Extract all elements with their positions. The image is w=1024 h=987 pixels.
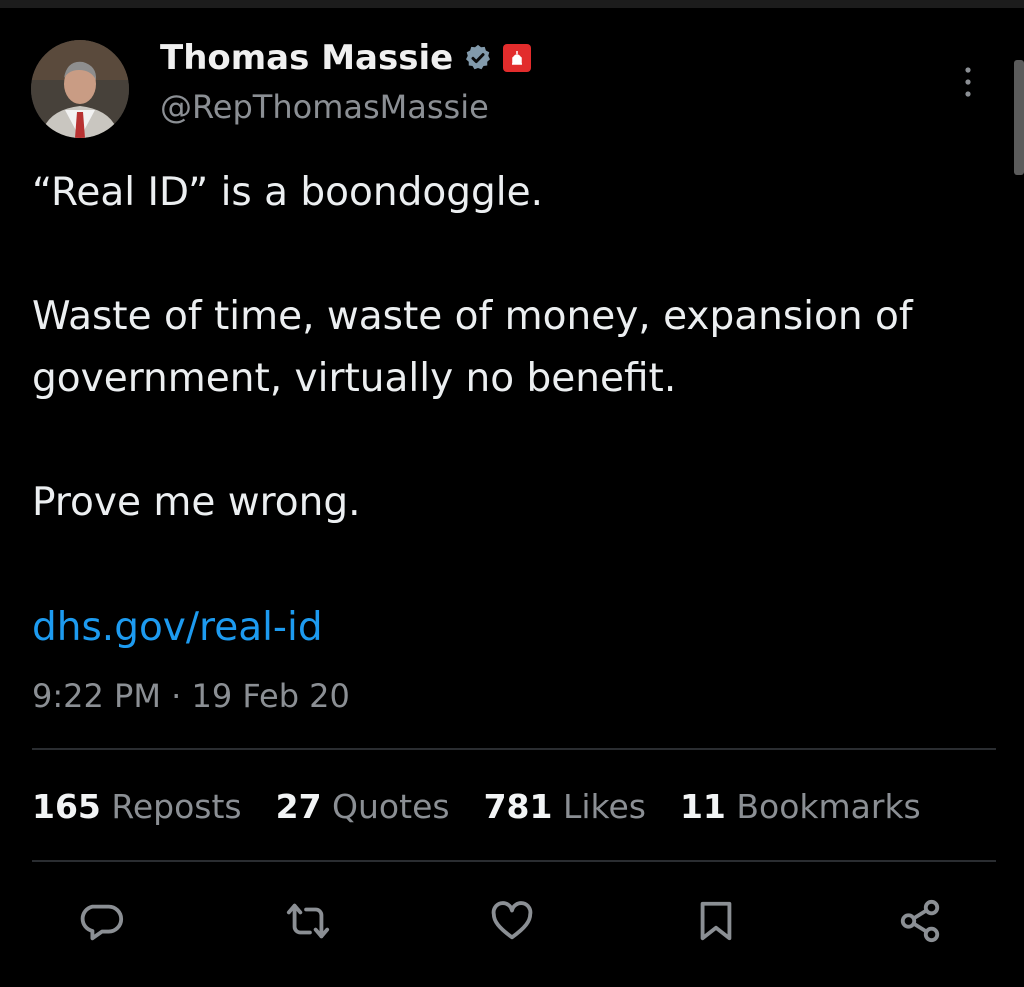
capitol-icon <box>512 51 523 65</box>
affiliation-badge-icon[interactable] <box>503 44 532 72</box>
stat-count: 165 <box>32 787 101 826</box>
verified-badge-icon[interactable] <box>463 43 493 73</box>
scrollbar-thumb[interactable] <box>1014 60 1024 175</box>
stat-label: Quotes <box>332 787 450 826</box>
avatar-image <box>31 40 129 138</box>
reply-icon <box>80 904 124 941</box>
author-row: Thomas Massie <box>160 38 532 78</box>
tweet-paragraph: “Real ID” is a boondoggle. <box>32 170 543 215</box>
repost-icon <box>286 903 330 939</box>
share-icon <box>900 899 940 943</box>
reply-button[interactable] <box>77 896 127 946</box>
tweet-timestamp[interactable]: 9:22 PM · 19 Feb 20 <box>32 672 350 720</box>
author-name[interactable]: Thomas Massie <box>160 38 453 78</box>
divider <box>32 748 996 750</box>
repost-button[interactable] <box>283 896 333 946</box>
stat-count: 11 <box>679 787 726 826</box>
avatar[interactable] <box>31 40 129 138</box>
tweet-paragraph: Waste of time, waste of money, expansion… <box>32 294 913 401</box>
top-border <box>0 0 1024 8</box>
stat-likes[interactable]: 781 Likes <box>484 782 646 832</box>
stat-label: Bookmarks <box>736 787 921 826</box>
author-handle[interactable]: @RepThomasMassie <box>160 88 489 126</box>
stat-count: 781 <box>483 787 553 826</box>
bookmark-button[interactable] <box>691 896 741 946</box>
stat-bookmarks[interactable]: 11 Bookmarks <box>680 782 921 832</box>
stat-reposts[interactable]: 165 Reposts <box>32 782 242 832</box>
stat-count: 27 <box>275 787 322 826</box>
like-button[interactable] <box>487 896 537 946</box>
more-options-icon[interactable] <box>958 64 978 100</box>
bookmark-icon <box>700 901 732 941</box>
divider <box>32 860 996 862</box>
engagement-stats: 165 Reposts 27 Quotes 781 Likes 11 Bookm… <box>32 782 921 832</box>
tweet-paragraph: Prove me wrong. <box>32 480 361 525</box>
stat-quotes[interactable]: 27 Quotes <box>276 782 450 832</box>
stat-label: Likes <box>562 787 646 826</box>
share-button[interactable] <box>895 896 945 946</box>
like-icon <box>491 901 533 940</box>
stat-label: Reposts <box>111 787 242 826</box>
tweet-link[interactable]: dhs.gov/real-id <box>32 597 323 659</box>
